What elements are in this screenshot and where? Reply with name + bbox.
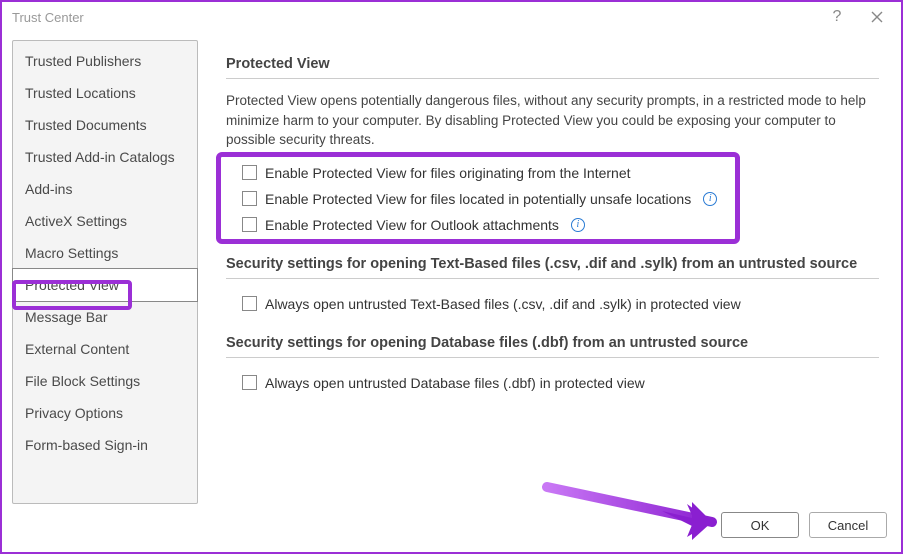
section-title-text-based: Security settings for opening Text-Based… [226,256,879,272]
section-title-protected-view: Protected View [226,56,879,72]
divider [226,278,879,279]
sidebar-item-privacy-options[interactable]: Privacy Options [13,397,197,429]
protected-view-description: Protected View opens potentially dangero… [226,91,879,150]
checkbox-label: Always open untrusted Text-Based files (… [265,296,741,312]
cancel-button[interactable]: Cancel [809,512,887,538]
sidebar-item-trusted-add-in-catalogs[interactable]: Trusted Add-in Catalogs [13,141,197,173]
close-icon [871,11,883,23]
sidebar-item-message-bar[interactable]: Message Bar [13,301,197,333]
protected-view-check-row-1[interactable]: Enable Protected View for files located … [226,186,879,212]
checkbox[interactable] [242,191,257,206]
database-check-row-0[interactable]: Always open untrusted Database files (.d… [226,370,879,396]
database-checks: Always open untrusted Database files (.d… [226,370,879,396]
protected-view-checks: Enable Protected View for files originat… [226,160,879,238]
checkbox[interactable] [242,296,257,311]
divider [226,78,879,79]
sidebar-item-external-content[interactable]: External Content [13,333,197,365]
window-title: Trust Center [12,10,817,25]
footer: OK Cancel [2,504,901,548]
checkbox[interactable] [242,165,257,180]
text-based-check-row-0[interactable]: Always open untrusted Text-Based files (… [226,291,879,317]
close-button[interactable] [857,3,897,31]
titlebar: Trust Center ? [2,2,901,32]
sidebar-item-activex-settings[interactable]: ActiveX Settings [13,205,197,237]
divider [226,357,879,358]
checkbox-label: Enable Protected View for Outlook attach… [265,217,559,233]
info-icon[interactable]: i [703,192,717,206]
section-title-database: Security settings for opening Database f… [226,335,879,351]
protected-view-check-row-2[interactable]: Enable Protected View for Outlook attach… [226,212,879,238]
sidebar: Trusted PublishersTrusted LocationsTrust… [12,40,198,504]
protected-view-check-row-0[interactable]: Enable Protected View for files originat… [226,160,879,186]
sidebar-item-trusted-documents[interactable]: Trusted Documents [13,109,197,141]
info-icon[interactable]: i [571,218,585,232]
text-based-checks: Always open untrusted Text-Based files (… [226,291,879,317]
checkbox-label: Always open untrusted Database files (.d… [265,375,645,391]
sidebar-item-add-ins[interactable]: Add-ins [13,173,197,205]
sidebar-item-macro-settings[interactable]: Macro Settings [13,237,197,269]
checkbox-label: Enable Protected View for files located … [265,191,691,207]
sidebar-item-protected-view[interactable]: Protected View [12,268,198,302]
sidebar-item-form-based-sign-in[interactable]: Form-based Sign-in [13,429,197,461]
main-area: Trusted PublishersTrusted LocationsTrust… [2,32,901,504]
help-button[interactable]: ? [817,3,857,31]
sidebar-item-trusted-locations[interactable]: Trusted Locations [13,77,197,109]
sidebar-item-file-block-settings[interactable]: File Block Settings [13,365,197,397]
checkbox[interactable] [242,217,257,232]
checkbox-label: Enable Protected View for files originat… [265,165,631,181]
ok-button[interactable]: OK [721,512,799,538]
checkbox[interactable] [242,375,257,390]
sidebar-item-trusted-publishers[interactable]: Trusted Publishers [13,45,197,77]
content-pane: Protected View Protected View opens pote… [198,40,891,504]
